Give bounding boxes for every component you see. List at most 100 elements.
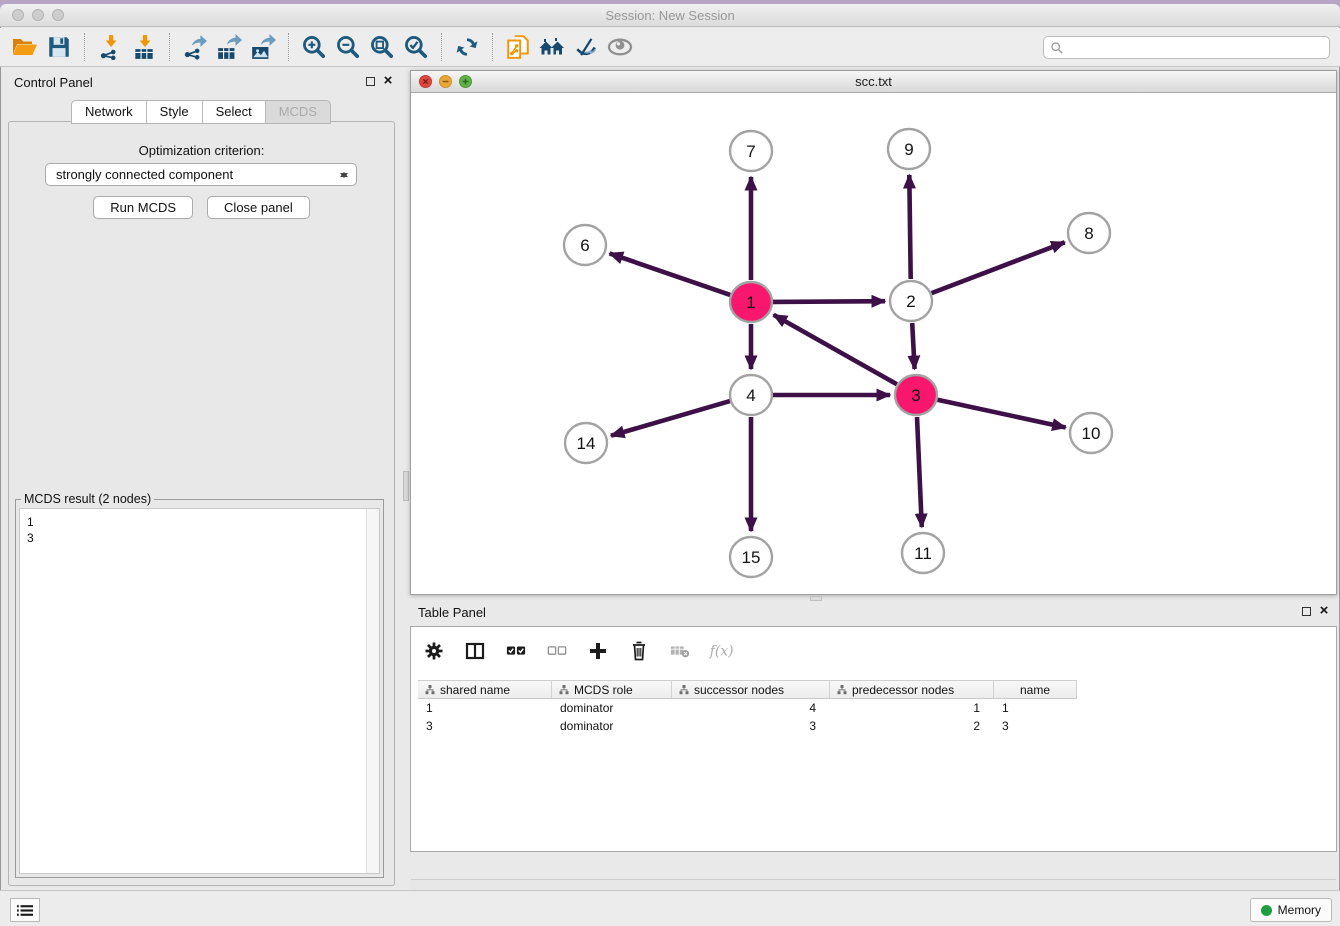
edge-2-3[interactable] <box>912 323 914 369</box>
window-title: Session: New Session <box>0 8 1340 23</box>
application-window: Session: New Session Control Panel × Net… <box>0 4 1340 926</box>
export-table-icon[interactable] <box>212 31 246 63</box>
node-10[interactable]: 10 <box>1070 413 1112 453</box>
table-cell[interactable]: 3 <box>672 717 830 735</box>
node-11[interactable]: 11 <box>902 533 944 573</box>
import-network-icon[interactable] <box>93 31 127 63</box>
settings-gear-icon[interactable] <box>421 638 447 664</box>
search-field[interactable] <box>1043 36 1330 59</box>
node-15[interactable]: 15 <box>730 537 772 577</box>
close-mcds-panel-button[interactable]: Close panel <box>207 196 310 219</box>
table-cell[interactable]: 1 <box>830 699 994 717</box>
tab-network[interactable]: Network <box>71 100 147 124</box>
select-all-checkboxes-icon[interactable] <box>503 638 529 664</box>
table-cell[interactable]: 2 <box>830 717 994 735</box>
float-panel-button[interactable] <box>363 74 377 88</box>
control-panel-tabs: NetworkStyleSelectMCDS <box>0 100 403 124</box>
tab-style[interactable]: Style <box>146 100 203 124</box>
export-network-icon[interactable] <box>178 31 212 63</box>
node-8[interactable]: 8 <box>1068 213 1110 253</box>
edge-2-8[interactable] <box>932 242 1065 293</box>
import-table-icon[interactable] <box>127 31 161 63</box>
edge-1-6[interactable] <box>610 253 731 295</box>
apply-preferred-layout-icon[interactable] <box>450 31 484 63</box>
delete-columns-icon[interactable] <box>626 638 652 664</box>
edge-3-11[interactable] <box>917 417 922 527</box>
window-titlebar: Session: New Session <box>0 4 1340 27</box>
svg-text:14: 14 <box>577 434 596 453</box>
node-9[interactable]: 9 <box>888 129 930 169</box>
float-icon <box>1302 607 1311 616</box>
float-table-panel-button[interactable] <box>1299 604 1313 618</box>
splitter-handle[interactable] <box>403 471 409 501</box>
zoom-in-icon[interactable] <box>297 31 331 63</box>
mcds-result-list[interactable]: 13 <box>19 508 380 874</box>
float-icon <box>366 77 375 86</box>
node-3[interactable]: 3 <box>895 375 937 415</box>
run-mcds-button[interactable]: Run MCDS <box>93 196 193 219</box>
close-table-panel-button[interactable]: × <box>1317 604 1331 618</box>
node-table-container: f(x) shared nameMCDS rolesuccessor nodes… <box>410 626 1337 852</box>
table-row[interactable]: 1dominator411 <box>418 699 1077 717</box>
edge-1-2[interactable] <box>773 301 885 302</box>
table-header-row: shared nameMCDS rolesuccessor nodes prede… <box>418 680 1077 699</box>
panel-splitter[interactable] <box>403 67 410 890</box>
svg-text:f(x): f(x) <box>709 643 734 659</box>
toolbar-separator <box>169 33 170 61</box>
create-column-icon[interactable] <box>585 638 611 664</box>
result-scrollbar[interactable] <box>366 509 379 873</box>
optimization-criterion-select[interactable]: strongly connected component <box>45 163 357 186</box>
node-2[interactable]: 2 <box>890 281 932 321</box>
table-cell[interactable]: 3 <box>994 717 1077 735</box>
table-panel: Table Panel × f(x) shared nameMCDS roles… <box>410 600 1337 890</box>
close-icon: × <box>384 75 393 87</box>
toggle-visibility-icon[interactable] <box>603 31 637 63</box>
close-panel-button[interactable]: × <box>381 74 395 88</box>
edge-4-14[interactable] <box>611 401 730 436</box>
clone-network-icon[interactable] <box>501 31 535 63</box>
mcds-result-groupbox: MCDS result (2 nodes) 13 <box>15 499 384 878</box>
deselect-all-checkboxes-icon[interactable] <box>544 638 570 664</box>
table-cell[interactable]: dominator <box>552 717 672 735</box>
show-columns-icon[interactable] <box>462 638 488 664</box>
node-6[interactable]: 6 <box>564 225 606 265</box>
hierarchy-icon <box>837 685 847 695</box>
network-canvas[interactable]: 1 2 3 4 6 7 8 9 10 11 14 15 <box>411 93 1336 594</box>
node-14[interactable]: 14 <box>565 423 607 463</box>
svg-text:11: 11 <box>914 544 932 563</box>
open-session-icon[interactable] <box>8 31 42 63</box>
node-1[interactable]: 1 <box>730 282 772 322</box>
zoom-fit-icon[interactable] <box>365 31 399 63</box>
edge-3-10[interactable] <box>938 400 1066 428</box>
table-cell[interactable]: 1 <box>994 699 1077 717</box>
table-cell[interactable]: 3 <box>418 717 552 735</box>
tab-mcds[interactable]: MCDS <box>265 100 331 124</box>
save-session-icon[interactable] <box>42 31 76 63</box>
tab-select[interactable]: Select <box>202 100 266 124</box>
column-header-mcds-role[interactable]: MCDS role <box>552 681 672 698</box>
column-header-predecessor-nodes[interactable]: predecessor nodes <box>830 681 994 698</box>
column-header-shared-name[interactable]: shared name <box>418 681 552 698</box>
svg-text:7: 7 <box>746 142 755 161</box>
hierarchy-icon <box>679 685 689 695</box>
node-4[interactable]: 4 <box>730 375 772 415</box>
zoom-out-icon[interactable] <box>331 31 365 63</box>
network-window-titlebar[interactable]: scc.txt <box>411 71 1336 93</box>
show-hide-graphics-details-icon[interactable] <box>569 31 603 63</box>
show-panels-button[interactable] <box>10 898 40 922</box>
search-input[interactable] <box>1064 39 1329 57</box>
edge-3-1[interactable] <box>774 315 897 384</box>
table-cell[interactable]: 4 <box>672 699 830 717</box>
table-cell[interactable]: 1 <box>418 699 552 717</box>
column-header-successor-nodes[interactable]: successor nodes <box>672 681 830 698</box>
zoom-selected-icon[interactable] <box>399 31 433 63</box>
memory-button[interactable]: Memory <box>1250 898 1332 922</box>
table-row[interactable]: 3dominator323 <box>418 717 1077 735</box>
network-overview-icon[interactable] <box>535 31 569 63</box>
table-cell[interactable]: dominator <box>552 699 672 717</box>
export-image-icon[interactable] <box>246 31 280 63</box>
node-7[interactable]: 7 <box>730 131 772 171</box>
column-header-name[interactable]: name <box>994 681 1077 698</box>
column-header-label: predecessor nodes <box>852 683 954 697</box>
edge-2-9[interactable] <box>909 175 910 279</box>
